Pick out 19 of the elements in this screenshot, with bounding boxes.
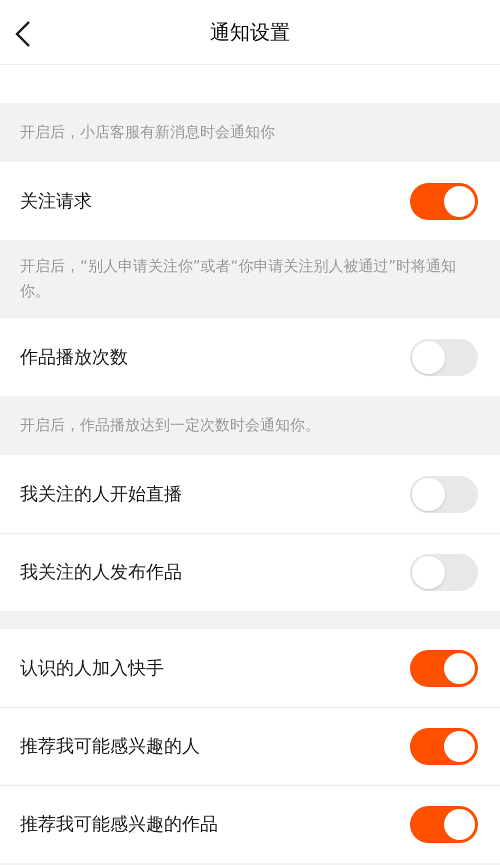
setting-description: 开启后，“别人申请关注你”或者“你申请关注别人被通过”时将通知你。 [20, 256, 458, 302]
toggle-switch[interactable] [410, 650, 478, 686]
setting-label: 推荐我可能感兴趣的人 [20, 735, 200, 759]
setting-description: 开启后，小店客服有新消息时会通知你 [20, 122, 276, 143]
setting-description: 开启后，作品播放达到一定次数时会通知你。 [20, 415, 321, 436]
toggle-switch[interactable] [410, 182, 478, 220]
toggle-switch[interactable] [410, 728, 478, 765]
setting-label: 作品播放次数 [20, 346, 128, 370]
toggle-switch[interactable] [410, 806, 478, 843]
toggle-switch[interactable] [410, 338, 478, 376]
back-icon[interactable] [14, 20, 32, 48]
setting-label: 推荐我可能感兴趣的作品 [20, 813, 218, 837]
toggle-switch[interactable] [410, 554, 478, 591]
toggle-switch[interactable] [410, 476, 478, 512]
setting-label: 我关注的人发布作品 [20, 561, 182, 585]
setting-label: 关注请求 [20, 190, 92, 214]
setting-label: 认识的人加入快手 [20, 656, 164, 680]
page-title: 通知设置 [210, 19, 290, 46]
setting-label: 我关注的人开始直播 [20, 482, 182, 506]
